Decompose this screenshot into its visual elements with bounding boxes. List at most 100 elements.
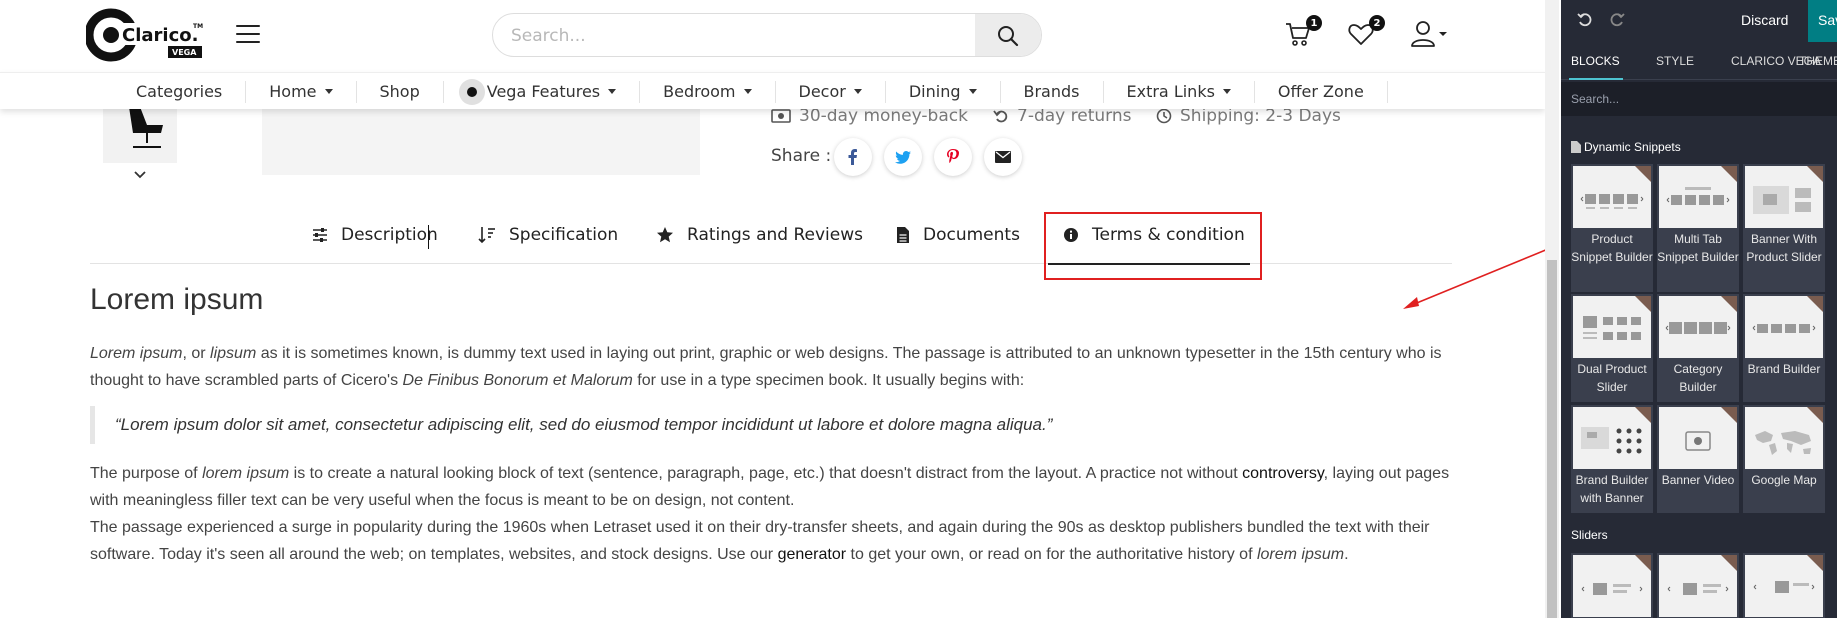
hamburger-menu-icon[interactable] [236,25,260,47]
snippet-label: Brand Builder with Banner [1575,473,1649,505]
website-editor-panel: Discard Save BLOCKS STYLE CLARICO VEGA T… [1561,0,1837,618]
snippet-slider-1[interactable] [1571,553,1653,618]
sort-icon [478,227,495,244]
multi-tab-preview-icon [1666,187,1730,205]
logo-trademark: TM [193,23,203,30]
nav-item-home[interactable]: Home [246,80,357,103]
snippet-banner-with-product-slider[interactable]: Banner With Product Slider [1743,164,1825,292]
dual-slider-preview-icon [1583,316,1641,340]
snippet-label: Dual Product Slider [1577,362,1647,394]
highlight-box [1044,212,1262,280]
page-scrollbar-thumb[interactable] [1547,260,1557,618]
share-email-button[interactable] [984,138,1022,176]
snippet-thumbnail [1745,555,1823,617]
snippet-product-snippet-builder[interactable]: Product Snippet Builder [1571,164,1653,292]
tab-blocks[interactable]: BLOCKS [1571,54,1620,68]
thumbnail-down-chevron-icon[interactable] [133,165,147,179]
main-navigation: Categories Home Shop Vega Features Bedro… [0,72,1545,109]
blockquote: “Lorem ipsum dolor sit amet, consectetur… [90,406,1452,444]
logo-text: Clarico. [122,25,198,46]
section-title: Sliders [1571,528,1608,542]
share-twitter-button[interactable] [884,138,922,176]
editor-toolbar: Discard Save [1561,0,1837,42]
section-title: Dynamic Snippets [1584,140,1681,154]
tab-ratings-and-reviews[interactable]: Ratings and Reviews [656,220,863,250]
tab-theme[interactable]: THEME [1799,54,1837,68]
caret-down-icon [324,89,333,94]
nav-label: Vega Features [486,82,601,101]
tab-label: Specification [509,225,619,245]
nav-item-bedroom[interactable]: Bedroom [640,80,776,103]
cart-count-badge: 1 [1306,15,1322,31]
discard-button[interactable]: Discard [1741,12,1788,28]
snippet-thumbnail [1573,555,1651,617]
nav-label: Shop [379,82,420,101]
tab-specification[interactable]: Specification [478,220,618,250]
controversy-link[interactable]: controversy [1242,465,1324,482]
snippet-label: Brand Builder [1747,362,1821,376]
snippet-thumbnail [1659,555,1737,617]
brand-banner-preview-icon [1581,427,1642,454]
logo-subtext: VEGA [172,48,197,57]
snippet-google-map[interactable]: Google Map [1743,405,1825,513]
nav-item-brands[interactable]: Brands [1001,80,1104,103]
wishlist-button[interactable]: 2 [1347,15,1385,50]
snippet-slider-3[interactable] [1743,553,1825,618]
search-input[interactable]: Search... [511,26,586,46]
nav-label: Extra Links [1126,82,1215,101]
tab-label: Description [341,225,438,245]
snippet-banner-video[interactable]: Banner Video [1657,405,1739,513]
tab-style[interactable]: STYLE [1656,54,1694,68]
snippet-thumbnail [1659,296,1737,358]
caret-down-icon [1222,89,1231,94]
undo-button[interactable] [1577,12,1593,28]
save-button[interactable]: Save [1808,0,1837,42]
undo-icon [1577,13,1592,27]
nav-item-shop[interactable]: Shop [357,80,444,103]
document-icon [897,227,909,243]
snippet-brand-builder-with-banner[interactable]: Brand Builder with Banner [1571,405,1653,513]
cart-button[interactable]: 1 [1284,15,1322,50]
nav-item-decor[interactable]: Decor [776,80,886,103]
share-facebook-button[interactable] [834,138,872,176]
generator-link[interactable]: generator [778,546,847,563]
nav-label: Bedroom [663,82,736,101]
text: . [1344,546,1349,563]
snippet-category-builder[interactable]: Category Builder [1657,294,1739,402]
caret-down-icon [853,89,862,94]
nav-item-extra-links[interactable]: Extra Links [1104,80,1255,103]
nav-item-categories[interactable]: Categories [113,80,247,103]
text: The purpose of [90,465,203,482]
money-icon [771,109,791,123]
nav-item-vega-features[interactable]: Vega Features [444,78,641,105]
paragraph-purpose: The purpose of lorem ipsum is to create … [90,460,1452,514]
content-heading: Lorem ipsum [90,283,264,316]
text-cursor [428,225,429,249]
editor-search-input[interactable]: Search... [1571,92,1619,106]
paragraph-history: The passage experienced a surge in popul… [90,514,1452,568]
editor-search-field[interactable]: Search... [1561,82,1837,116]
brand-preview-icon [1752,324,1816,333]
caret-down-icon [968,89,977,94]
snippet-multi-tab-snippet-builder[interactable]: Multi Tab Snippet Builder [1657,164,1739,292]
clarico-logo[interactable]: Clarico. TM VEGA [84,8,206,62]
snippet-thumbnail [1659,407,1737,469]
italic-text: De Finibus Bonorum et Malorum [402,372,633,389]
clock-icon [1156,108,1172,124]
share-pinterest-button[interactable] [934,138,972,176]
tab-documents[interactable]: Documents [896,220,1020,250]
tab-description[interactable]: Description [312,220,438,250]
snippet-slider-2[interactable] [1657,553,1739,618]
snippet-dual-product-slider[interactable]: Dual Product Slider [1571,294,1653,402]
snippet-thumbnail [1573,407,1651,469]
snippet-brand-builder[interactable]: Brand Builder [1743,294,1825,402]
search-bar[interactable]: Search... [492,13,1042,57]
search-button[interactable] [975,14,1041,56]
user-account-button[interactable] [1410,20,1452,50]
text: to get your own, or read on for the auth… [846,546,1257,563]
nav-item-offer-zone[interactable]: Offer Zone [1255,80,1388,103]
section-sliders: Sliders [1571,528,1608,542]
nav-item-dining[interactable]: Dining [886,80,1001,103]
redo-button[interactable] [1609,12,1625,28]
text: is to create a natural looking block of … [289,465,1243,482]
